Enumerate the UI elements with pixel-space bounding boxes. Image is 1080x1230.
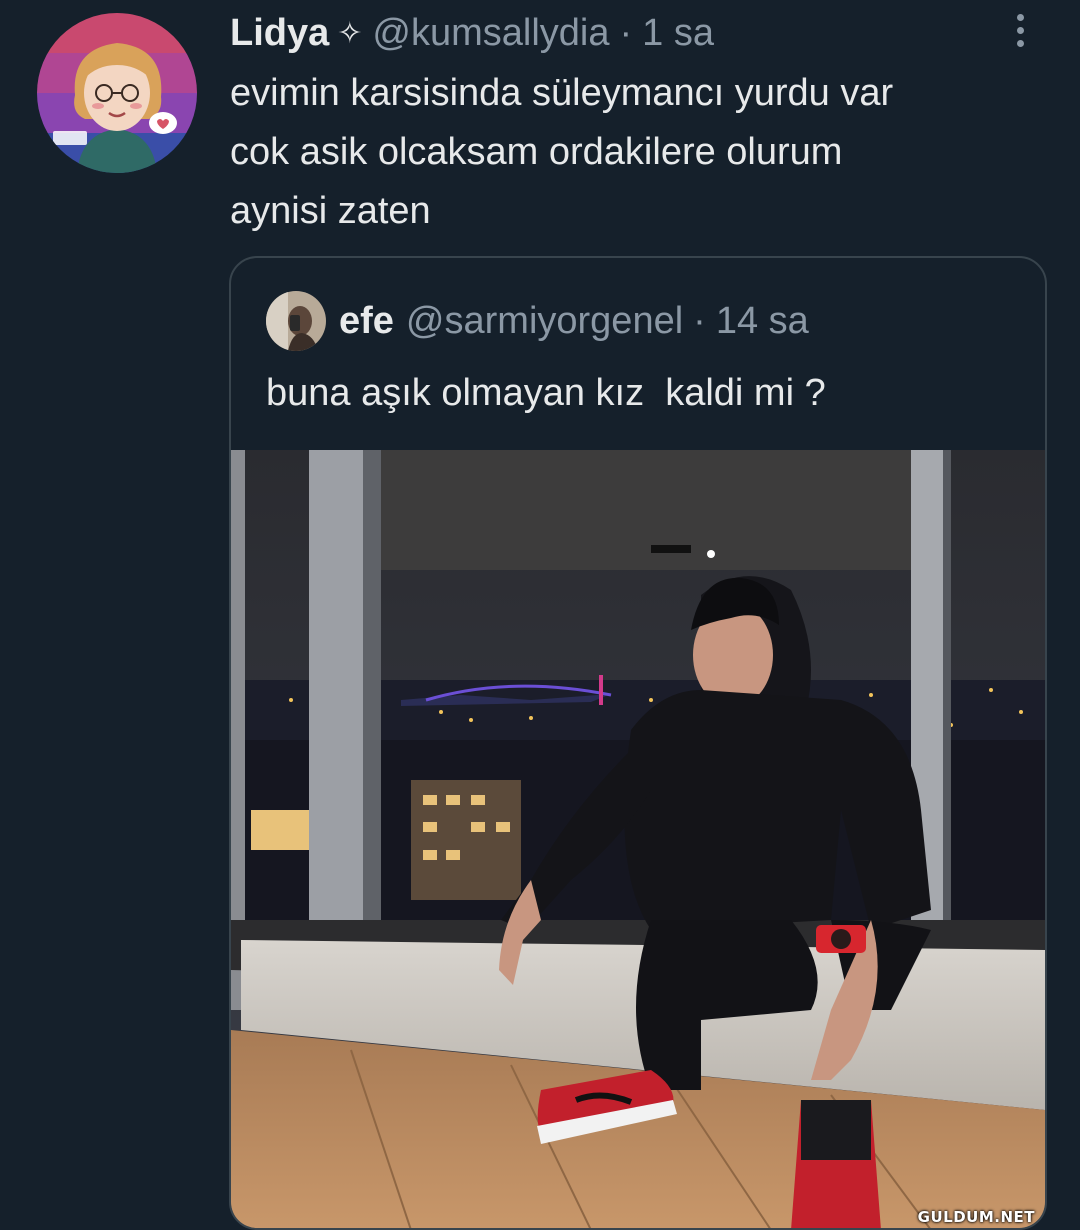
- separator-dot: ·: [693, 299, 706, 342]
- quoted-tweet[interactable]: efe @sarmiyorgenel · 14 sa buna aşık olm…: [229, 256, 1047, 1230]
- tweet-timestamp[interactable]: 1 sa: [642, 12, 714, 55]
- author-handle[interactable]: @kumsallydia: [372, 12, 609, 55]
- quoted-header: efe @sarmiyorgenel · 14 sa: [339, 296, 809, 346]
- profile-photo-icon: [266, 291, 326, 351]
- separator-dot: ·: [619, 11, 633, 54]
- sparkle-icon: ✧: [337, 15, 363, 51]
- quoted-photo[interactable]: GULDUM.NET: [231, 450, 1045, 1228]
- quoted-timestamp[interactable]: 14 sa: [716, 300, 809, 343]
- night-window-photo: [231, 450, 1045, 1228]
- tweet-text: evimin karsisinda süleymancı yurdu var c…: [230, 64, 1040, 241]
- tweet-text-line: aynisi zaten: [230, 190, 431, 232]
- tweet-text-line: evimin karsisinda süleymancı yurdu var: [230, 72, 894, 114]
- quoted-author-handle[interactable]: @sarmiyorgenel: [406, 300, 683, 343]
- author-name[interactable]: Lidya: [230, 12, 329, 55]
- tweet-text-line: cok asik olcaksam ordakilere olurum: [230, 131, 843, 173]
- quoted-text: buna aşık olmayan kız kaldi mi ?: [266, 372, 826, 414]
- tweet-header: Lidya ✧ @kumsallydia · 1 sa: [230, 10, 714, 56]
- author-avatar[interactable]: [37, 13, 197, 173]
- quoted-author-avatar[interactable]: [266, 291, 326, 351]
- site-watermark: GULDUM.NET: [917, 1208, 1035, 1226]
- tweet[interactable]: Lidya ✧ @kumsallydia · 1 sa evimin karsi…: [0, 0, 1080, 1230]
- cartoon-portrait-icon: [37, 13, 197, 173]
- more-vertical-icon[interactable]: [1004, 8, 1036, 52]
- quoted-author-name[interactable]: efe: [339, 300, 394, 343]
